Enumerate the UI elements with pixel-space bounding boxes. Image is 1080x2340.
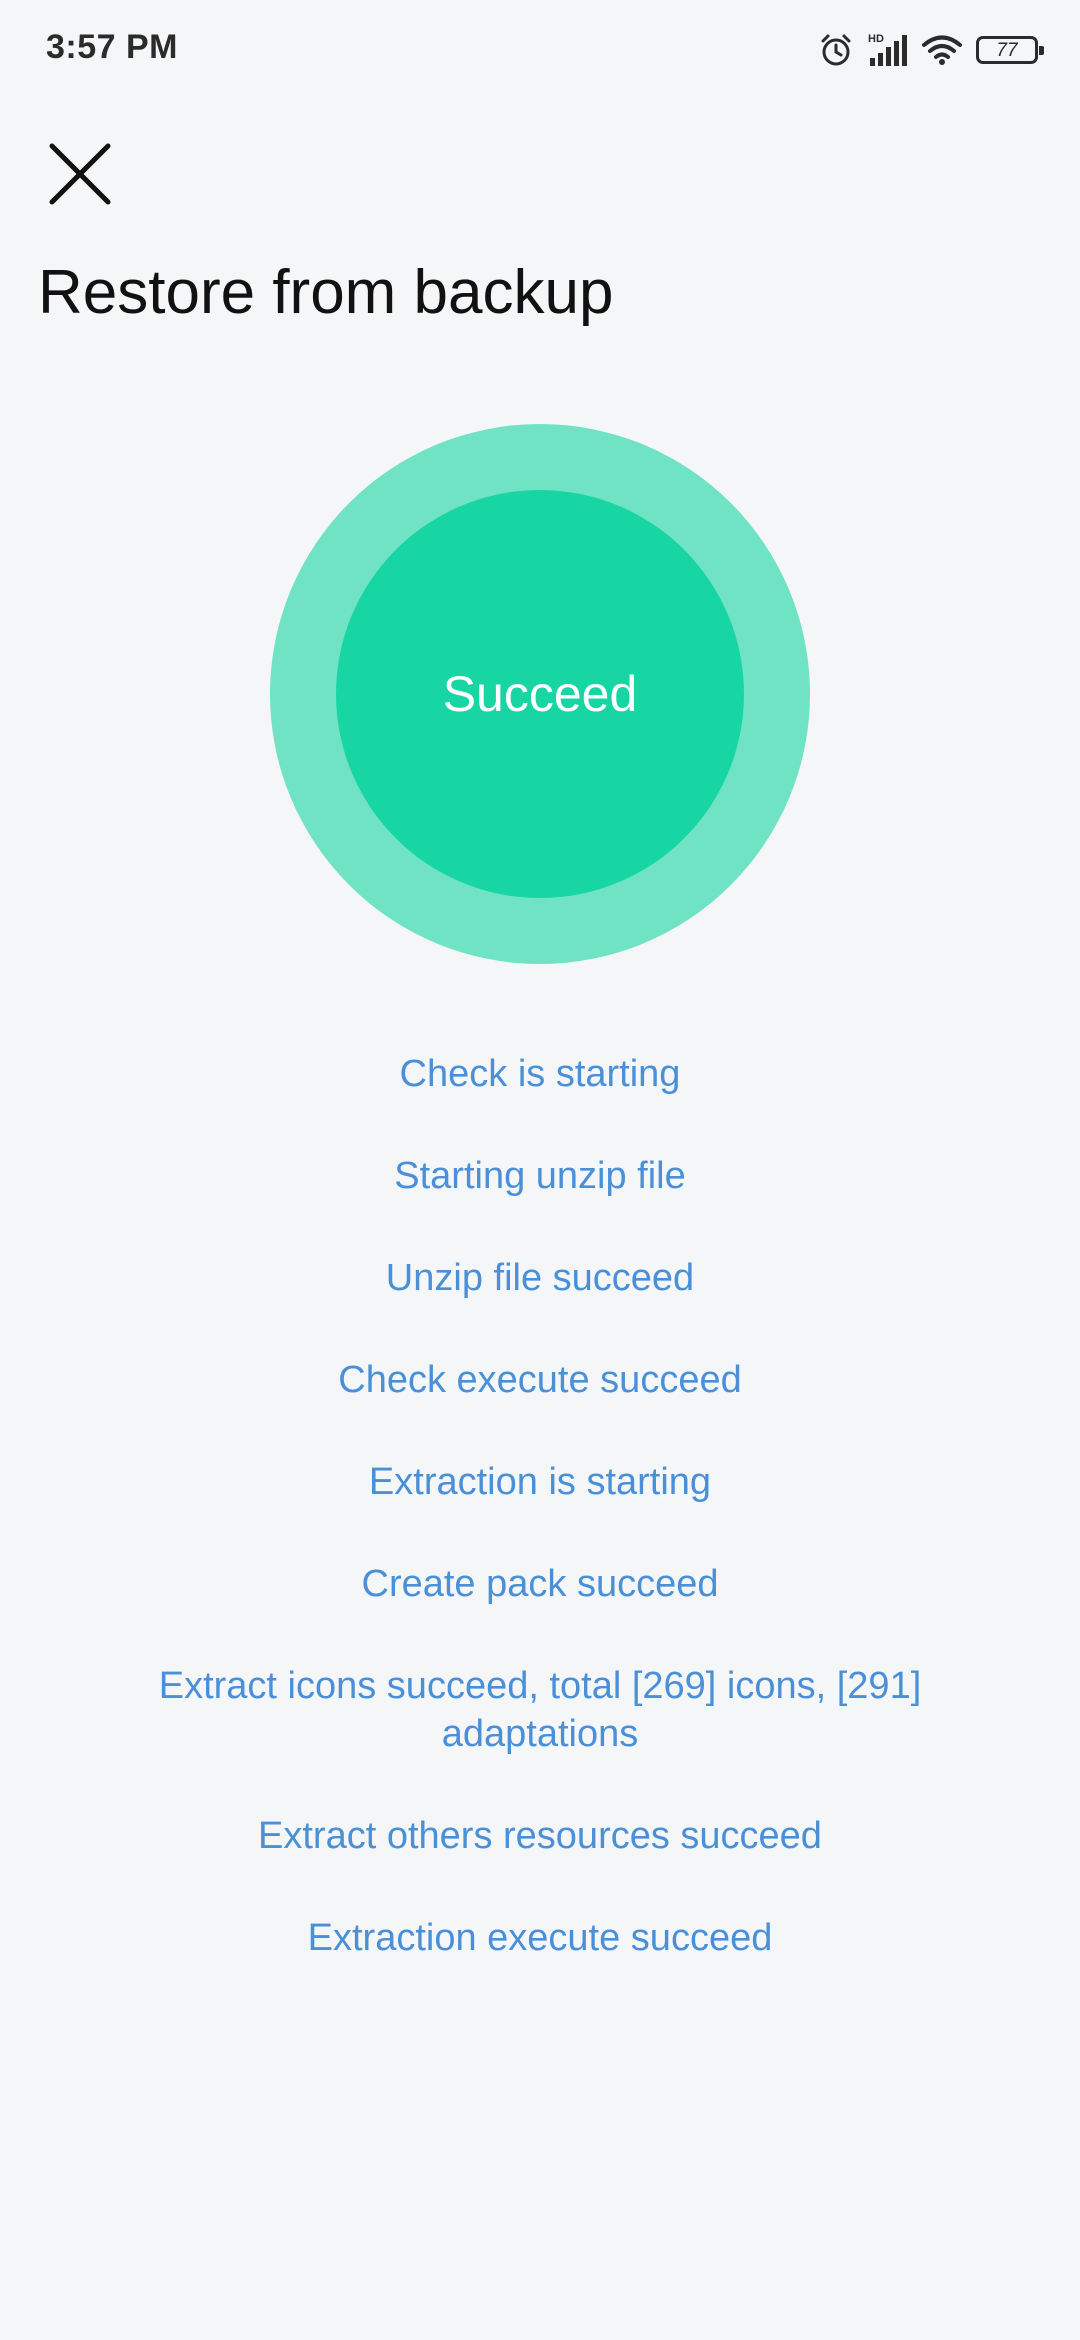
status-icons: HD 77 (818, 30, 1044, 70)
alarm-icon (818, 32, 854, 68)
status-bar: 3:57 PM HD 77 (0, 0, 1080, 100)
log-item: Extract others resources succeed (258, 1815, 822, 1857)
status-circle: Succeed (270, 424, 810, 964)
status-circle-inner: Succeed (336, 490, 744, 898)
log-item: Extraction is starting (368, 1461, 712, 1503)
log-item: Unzip file succeed (385, 1257, 695, 1299)
wifi-icon (922, 34, 962, 66)
log-item: Check is starting (399, 1053, 681, 1095)
log-list: Check is starting Starting unzip file Un… (0, 1050, 1080, 2016)
restore-screen: 3:57 PM HD 77 Restore from backup Succee… (0, 0, 1080, 2340)
status-label: Succeed (442, 666, 638, 722)
close-icon (49, 143, 111, 205)
svg-text:HD: HD (868, 33, 884, 45)
status-time: 3:57 PM (46, 28, 178, 66)
battery-level: 77 (996, 39, 1018, 61)
battery-icon: 77 (976, 36, 1044, 64)
close-button[interactable] (40, 134, 120, 214)
hd-signal-icon: HD (868, 32, 908, 68)
log-item: Starting unzip file (394, 1155, 686, 1197)
log-item: Create pack succeed (361, 1563, 719, 1605)
page-title: Restore from backup (38, 258, 614, 327)
log-item: Extract icons succeed, total [269] icons… (158, 1665, 922, 1755)
log-item: Extraction execute succeed (307, 1917, 773, 1959)
log-item: Check execute succeed (338, 1359, 742, 1401)
